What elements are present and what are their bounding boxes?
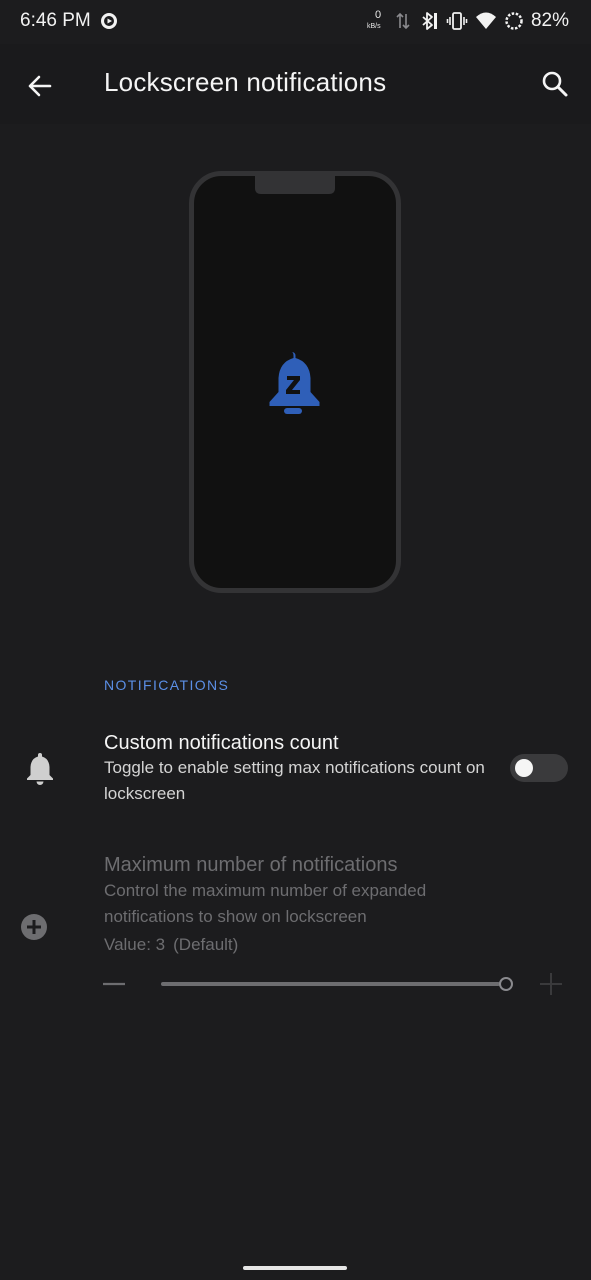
net-speed-unit: kB/s (366, 23, 381, 30)
battery-saver-icon (505, 12, 523, 30)
default-label: (Default) (173, 935, 239, 954)
status-icons: 0 kB/s 82% (367, 9, 569, 33)
app-bar: Lockscreen notifications (0, 44, 591, 124)
max-notifications-slider-track[interactable] (161, 982, 500, 986)
toggle-knob (515, 759, 533, 777)
battery-percent: 82% (530, 10, 569, 31)
net-speed-indicator: 0 kB/s (367, 9, 389, 33)
max-notifications-slider-thumb[interactable] (499, 977, 513, 991)
wifi-icon (475, 12, 496, 29)
slider-increase-icon[interactable] (537, 970, 565, 998)
search-icon[interactable] (539, 68, 571, 100)
add-circle-icon (21, 914, 47, 940)
custom-notifications-count-row[interactable]: Custom notifications count Toggle to ena… (0, 720, 591, 820)
vibrate-icon (446, 12, 468, 30)
max-notifications-title: Maximum number of notifications (104, 854, 398, 876)
gesture-navigation-bar[interactable] (243, 1266, 347, 1270)
slider-decrease-icon[interactable] (100, 970, 128, 998)
bluetooth-icon (422, 12, 437, 30)
custom-notifications-count-summary: Toggle to enable setting max notificatio… (104, 758, 485, 803)
status-bar: 6:46 PM 0 kB/s 82% (0, 0, 591, 44)
net-speed-value: 0 (374, 9, 382, 21)
bell-icon (27, 753, 53, 785)
section-header-notifications: NOTIFICATIONS (104, 677, 230, 693)
custom-notifications-count-title: Custom notifications count (104, 732, 339, 754)
max-notifications-summary: Control the maximum number of expanded n… (104, 881, 427, 926)
page-title: Lockscreen notifications (104, 67, 387, 97)
phone-illustration (189, 171, 401, 593)
status-time: 6:46 PM (20, 10, 91, 31)
back-arrow-icon[interactable] (22, 68, 58, 104)
value-label: Value: 3 (104, 935, 166, 954)
data-transfer-icon (396, 12, 410, 30)
max-notifications-value: Value: 3 (Default) (104, 935, 238, 955)
custom-notifications-count-toggle[interactable] (510, 754, 568, 782)
media-playing-icon (101, 13, 117, 29)
